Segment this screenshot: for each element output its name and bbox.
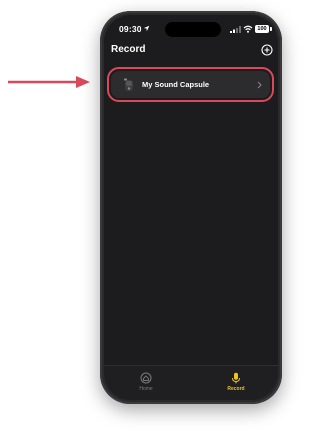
tab-record-label: Record — [227, 386, 245, 392]
page-title: Record — [111, 44, 146, 55]
status-time: 09:30 — [119, 24, 142, 34]
annotation-arrow — [8, 76, 90, 88]
battery-tip — [270, 27, 272, 31]
dynamic-island — [165, 22, 221, 37]
tab-record[interactable]: Record — [211, 369, 261, 397]
signal-icon — [230, 26, 241, 33]
location-arrow-icon — [143, 25, 150, 32]
sound-capsule-list-item[interactable]: My Sound Capsule — [107, 67, 274, 102]
status-bar: 09:30 100 — [104, 15, 278, 41]
plus-circle-icon[interactable] — [261, 44, 273, 56]
chevron-right-icon — [257, 81, 262, 89]
app-screen: 09:30 100 Record My Sound Capsule Home R… — [104, 15, 278, 400]
sound-capsule-icon — [124, 78, 133, 91]
battery-icon: 100 — [255, 25, 269, 33]
wifi-icon — [243, 25, 253, 33]
tab-home[interactable]: Home — [121, 369, 171, 397]
sound-capsule-label: My Sound Capsule — [142, 80, 210, 89]
microphone-icon — [232, 372, 240, 384]
tab-bar: Home Record — [104, 365, 278, 400]
home-icon — [140, 372, 152, 384]
tab-home-label: Home — [139, 386, 153, 392]
